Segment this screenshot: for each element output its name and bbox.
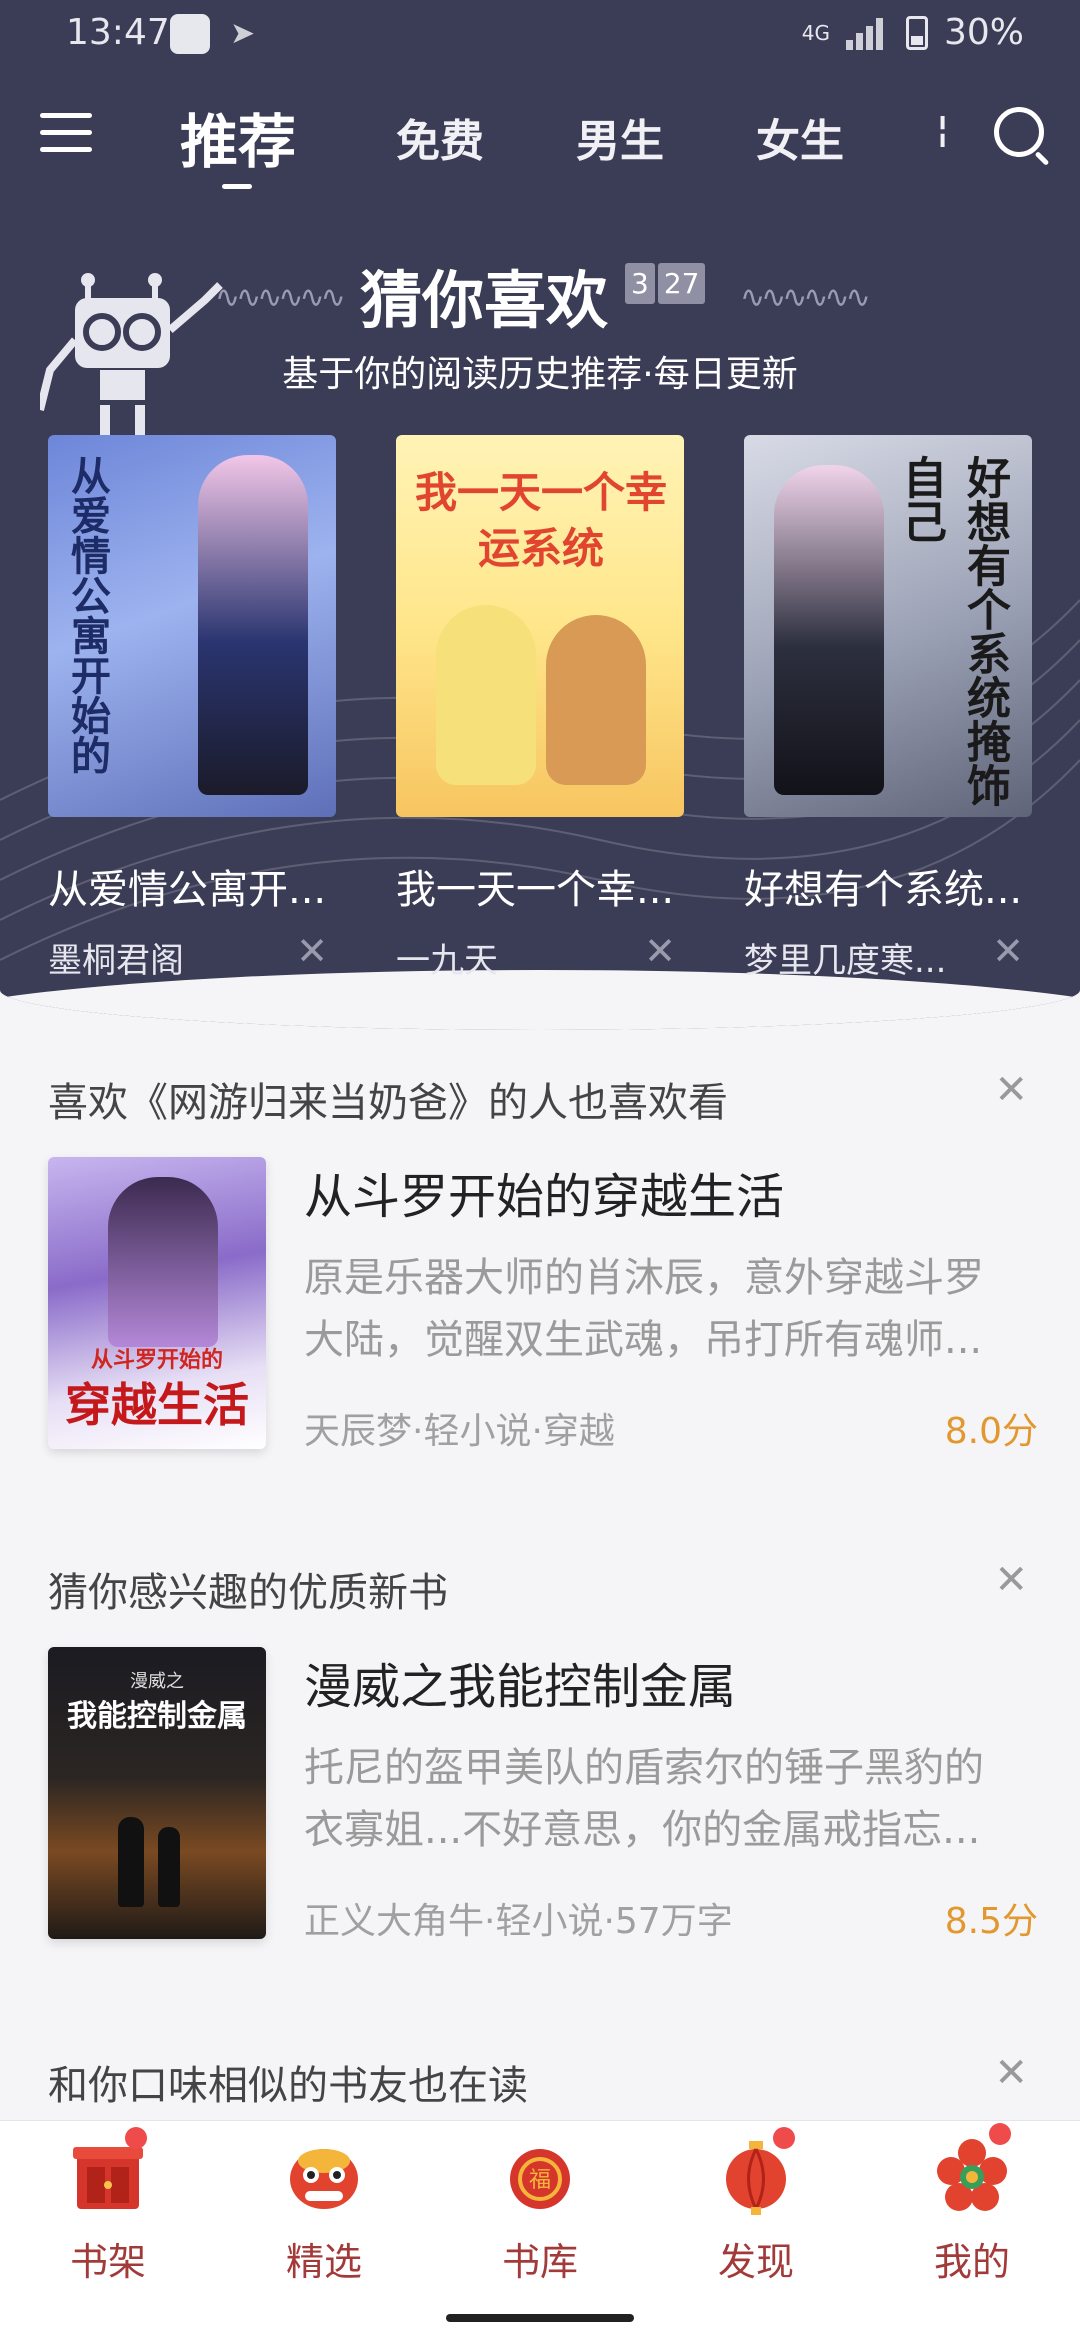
rec-title: 好想有个系统...	[744, 867, 1023, 913]
book-meta: 正义大角牛·轻小说·57万字	[304, 1901, 733, 1942]
nav-library[interactable]: 福 书库	[432, 2121, 648, 2301]
book-item[interactable]: 漫威之 我能控制金属 漫威之我能控制金属 托尼的盔甲美队的盾索尔的锤子黑豹的 衣…	[48, 1647, 1038, 1947]
rec-title: 我一天一个幸...	[396, 867, 675, 913]
bottom-nav: 书架 精选 福 书库 发现 我的	[0, 2120, 1080, 2300]
bookshelf-icon	[73, 2147, 143, 2209]
book-title: 漫威之我能控制金属	[304, 1659, 737, 1715]
book-item[interactable]: 从斗罗开始的 穿越生活 从斗罗开始的穿越生活 原是乐器大师的肖沐辰，意外穿越斗罗…	[48, 1157, 1038, 1457]
notification-dot	[773, 2127, 795, 2149]
rec-title: 从爱情公寓开...	[48, 867, 327, 913]
wave-right: ∿∿∿∿∿∿	[740, 280, 871, 315]
rec-card[interactable]: 我一天一个幸运系统 我一天一个幸... 一九天 ✕	[396, 435, 684, 982]
book-score: 8.0分	[944, 1411, 1038, 1452]
book-title: 从斗罗开始的穿越生活	[304, 1169, 785, 1225]
svg-text:福: 福	[529, 2168, 551, 2193]
tab-female[interactable]: 女生	[756, 105, 844, 169]
book-cover[interactable]: 从爱情公寓开始的	[48, 435, 336, 817]
nav-discover[interactable]: 发现	[648, 2121, 864, 2301]
close-icon[interactable]: ✕	[994, 2050, 1028, 2096]
send-icon: ➤	[230, 16, 256, 51]
signal-icon	[845, 16, 890, 50]
nav-label: 我的	[933, 2240, 1010, 2284]
tab-male[interactable]: 男生	[576, 105, 664, 169]
cover-title: 我能控制金属	[67, 1699, 247, 1734]
menu-icon[interactable]	[40, 107, 92, 159]
close-icon[interactable]: ✕	[994, 1067, 1028, 1113]
nav-featured[interactable]: 精选	[216, 2121, 432, 2301]
book-score: 8.5分	[944, 1901, 1038, 1942]
date-badge: 3 27	[625, 263, 706, 304]
rec-author: 一九天 ✕	[396, 929, 684, 982]
nav-label: 书库	[501, 2240, 578, 2284]
search-icon[interactable]	[990, 103, 1052, 166]
section-header: 猜你感兴趣的优质新书	[48, 1570, 448, 1616]
nav-profile[interactable]: 我的	[864, 2121, 1080, 2301]
wave-left: ∿∿∿∿∿∿	[215, 280, 346, 315]
book-cover[interactable]: 好想有个系统掩饰自己	[744, 435, 1032, 817]
book-cover[interactable]: 漫威之 我能控制金属	[48, 1647, 266, 1939]
lion-dance-icon	[290, 2149, 358, 2209]
nav-label: 精选	[285, 2240, 362, 2284]
book-description: 托尼的盔甲美队的盾索尔的锤子黑豹的 衣寡姐...不好意思，你的金属戒指忘...	[304, 1737, 1034, 1861]
status-bar: 13:47 ➤ 4G 30%	[0, 0, 1080, 70]
tab-recommend[interactable]: 推荐	[180, 95, 296, 189]
top-nav: 推荐 免费 男生 女生 ¦	[0, 95, 1080, 189]
home-indicator[interactable]	[446, 2314, 634, 2322]
nav-label: 发现	[717, 2240, 794, 2284]
discover-lantern-icon	[726, 2141, 786, 2215]
notification-dot	[989, 2123, 1011, 2145]
cover-title: 好想有个系统掩饰自己	[895, 455, 1010, 807]
date-month: 3	[625, 263, 655, 304]
rec-author: 梦里几度寒... ✕	[744, 929, 1032, 982]
cover-title: 从爱情公寓开始的	[64, 455, 110, 775]
rec-author-name: 一九天	[396, 941, 498, 981]
cover-title: 穿越生活	[65, 1378, 249, 1432]
cover-subtitle: 漫威之	[130, 1671, 184, 1692]
tab-free[interactable]: 免费	[396, 105, 484, 169]
guess-subtitle: 基于你的阅读历史推荐·每日更新	[282, 354, 798, 395]
battery-percent: 30%	[943, 12, 1024, 53]
rec-card[interactable]: 好想有个系统掩饰自己 好想有个系统... 梦里几度寒... ✕	[744, 435, 1032, 982]
close-icon[interactable]: ✕	[994, 1557, 1028, 1603]
close-icon[interactable]: ✕	[296, 929, 328, 973]
nav-bookshelf[interactable]: 书架	[0, 2121, 216, 2301]
status-time: 13:47	[66, 12, 170, 53]
recommend-row: 从爱情公寓开始的 从爱情公寓开... 墨桐君阁 ✕ 我一天一个幸运系统 我一天一…	[48, 435, 1038, 981]
rec-author: 墨桐君阁 ✕	[48, 929, 336, 982]
rec-card[interactable]: 从爱情公寓开始的 从爱情公寓开... 墨桐君阁 ✕	[48, 435, 336, 982]
app-notification-icon	[170, 14, 210, 54]
status-right: 4G 30%	[802, 12, 1024, 53]
desc-line: 原是乐器大师的肖沐辰，意外穿越斗罗	[304, 1255, 984, 1301]
battery-icon	[905, 15, 928, 50]
book-description: 原是乐器大师的肖沐辰，意外穿越斗罗 大陆，觉醒双生武魂，吊打所有魂师...	[304, 1247, 1034, 1371]
close-icon[interactable]: ✕	[992, 929, 1024, 973]
guess-title: 猜你喜欢	[360, 264, 609, 337]
book-cover[interactable]: 从斗罗开始的 穿越生活	[48, 1157, 266, 1449]
desc-line: 大陆，觉醒双生武魂，吊打所有魂师...	[304, 1317, 983, 1363]
library-lantern-icon: 福	[510, 2149, 570, 2209]
desc-line: 衣寡姐...不好意思，你的金属戒指忘...	[304, 1807, 981, 1853]
profile-flower-icon	[937, 2139, 1007, 2211]
book-cover[interactable]: 我一天一个幸运系统	[396, 435, 684, 817]
section-header: 喜欢《网游归来当奶爸》的人也喜欢看	[48, 1080, 728, 1126]
tab-more[interactable]: ¦	[936, 109, 949, 150]
cover-title: 我一天一个幸运系统	[414, 468, 667, 573]
network-type: 4G	[801, 20, 830, 45]
rec-author-name: 墨桐君阁	[48, 941, 184, 981]
rec-author-name: 梦里几度寒...	[744, 941, 947, 981]
notification-dot	[125, 2127, 147, 2149]
book-meta: 天辰梦·轻小说·穿越	[304, 1411, 615, 1452]
desc-line: 托尼的盔甲美队的盾索尔的锤子黑豹的	[304, 1745, 984, 1791]
nav-label: 书架	[69, 2240, 146, 2284]
section-header: 和你口味相似的书友也在读	[48, 2063, 528, 2109]
close-icon[interactable]: ✕	[644, 929, 676, 973]
date-day: 27	[657, 263, 706, 304]
